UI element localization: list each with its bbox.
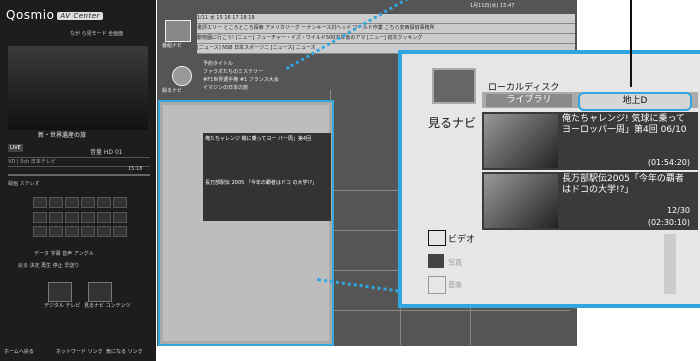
rec-item[interactable]: ファラオたちのミステリー [203,68,263,75]
record-navi-icon[interactable] [172,66,192,86]
video-label[interactable]: ビデオ [448,232,475,245]
item-date: 12/30 [666,206,690,215]
photo-label[interactable]: 写真 [448,258,462,268]
home-button[interactable]: ホームへ戻る [4,348,34,355]
view-navi-small: 俺たちャレンジ 機に乗ってヨー バー周」第4回 長万部駅伝 2005 「今年の覇… [158,100,334,346]
small-item[interactable]: 長万部駅伝 2005 「今年の覇者はドコ の大学!?」 [203,177,331,221]
program-title: 新・世界遺産の旅 [38,132,87,139]
function-labels: データ 字幕 音声 アングル [34,251,94,257]
player-panel: Qosmio AV Center なが ら見モード 全画面 新・世界遺産の旅 LI… [0,0,156,361]
item-thumbnail [484,114,558,168]
item-title: 長万部駅伝2005「今年の覇者はドコの大学!?」 [562,174,684,195]
video-icon[interactable] [428,230,446,246]
small-view-inner: 俺たちャレンジ 機に乗ってヨー バー周」第4回 長万部駅伝 2005 「今年の覇… [163,105,331,341]
small-item[interactable]: 俺たちャレンジ 機に乗ってヨー バー周」第4回 [203,133,331,177]
view-navi-icon[interactable] [432,68,476,104]
zoom-callout: 見るナビ ローカルディスク ライブラリ 地上D 俺たちャレンジ! 気球に乗ってヨ… [398,50,700,308]
epg-grid[interactable]: 1/11 水 15 16 17 18 19 書評エリー ところところ探索 アメリ… [197,14,575,54]
program-navi-label: 番組ナビ [162,43,183,49]
bottom-bar: ホームへ戻る ホットワード リンク 気になる リンク [0,340,156,361]
digital-tv-label: デジタル テレビ [44,303,81,309]
item-title: 俺たちャレンジ! 気球に乗ってヨーロッパ一周」第4回 06/10 [562,114,687,135]
view-mode-buttons[interactable]: なが ら見モード 全画面 [70,30,123,37]
library-item[interactable]: 俺たちャレンジ! 気球に乗ってヨーロッパ一周」第4回 06/10 (01:54:… [482,112,698,170]
hotword-link[interactable]: ホットワード リンク [56,348,103,355]
rec-item[interactable]: 予約タイトル [203,60,233,67]
music-label[interactable]: 音楽 [448,280,462,290]
tab-library[interactable]: ライブラリ [486,94,572,107]
epg-row: 1/11 水 15 16 17 18 19 [197,14,575,24]
control-row[interactable]: 録画 ステレオ [8,180,150,188]
tab-terrestrial-digital[interactable]: 地上D [578,92,692,111]
time-readout: 15:18 [128,166,143,172]
qosmio-logo: Qosmio AV Center [6,8,103,22]
music-icon[interactable] [428,276,446,294]
digital-tv-button[interactable] [48,282,72,302]
interest-link[interactable]: 気になる リンク [106,348,143,355]
date-readout: 1月11日(水) 15:47 [470,3,515,9]
epg-row[interactable]: 動物園に行こう! [ニュー] フューチャー・イズ・ワイルド500万年後のアマ [… [197,34,575,44]
tv-preview [8,46,148,130]
library-item[interactable]: 長万部駅伝2005「今年の覇者はドコの大学!?」 12/30 (02:30:10… [482,172,698,230]
live-badge: LIVE [8,144,23,152]
callout-pointer [630,0,632,87]
contents-button[interactable] [88,282,112,302]
status-row: 音量 HD 01 [90,149,123,156]
item-thumbnail [484,174,558,228]
item-duration: (01:54:20) [647,158,690,167]
function-labels-2: 戻る 決定 再生 停止 早送り [18,263,80,269]
item-duration: (02:30:10) [647,218,690,227]
epg-row[interactable]: 書評エリー ところところ探索 アメリカリーグ ーナンキース対ヘッド ワールド作業… [197,24,575,34]
record-navi-label: 録るナビ [162,88,183,94]
photo-icon[interactable] [428,254,444,268]
remote-keys-row3[interactable] [32,222,128,241]
program-navi-icon[interactable] [165,20,191,42]
contents-label: 見るナビ コンテンツ [84,303,131,309]
view-navi-label: 見るナビ [428,116,477,130]
seek-bar[interactable] [8,174,150,176]
rec-item[interactable]: #F1世界選手権 #1 フランス大会 [203,76,279,83]
